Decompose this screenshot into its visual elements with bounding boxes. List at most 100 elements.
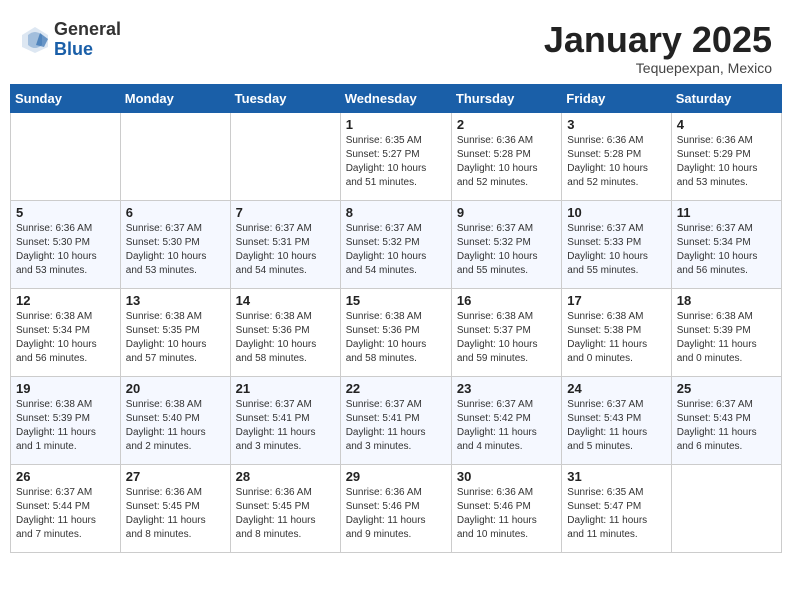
day-number: 26	[16, 469, 115, 484]
table-row: 11 Sunrise: 6:37 AMSunset: 5:34 PMDayligh…	[671, 200, 781, 288]
col-monday: Monday	[120, 84, 230, 112]
day-info: Sunrise: 6:37 AMSunset: 5:34 PMDaylight:…	[677, 222, 776, 278]
day-info: Sunrise: 6:37 AMSunset: 5:43 PMDaylight:…	[567, 398, 665, 454]
calendar-week-row: 26 Sunrise: 6:37 AMSunset: 5:44 PMDayligh…	[11, 464, 782, 552]
table-row: 22 Sunrise: 6:37 AMSunset: 5:41 PMDayligh…	[340, 376, 451, 464]
day-number: 27	[126, 469, 225, 484]
calendar-week-row: 19Sunrise: 6:38 AMSunset: 5:39 PMDayligh…	[11, 376, 782, 464]
day-number: 15	[346, 293, 446, 308]
day-info: Sunrise: 6:37 AMSunset: 5:33 PMDaylight:…	[567, 222, 665, 278]
day-info: Sunrise: 6:36 AMSunset: 5:28 PMDaylight:…	[457, 134, 556, 190]
table-row: 1 Sunrise: 6:35 AMSunset: 5:27 PMDaylight…	[340, 112, 451, 200]
table-row: 31 Sunrise: 6:35 AMSunset: 5:47 PMDayligh…	[562, 464, 671, 552]
col-sunday: Sunday	[11, 84, 121, 112]
day-info: Sunrise: 6:35 AMSunset: 5:27 PMDaylight:…	[346, 134, 446, 190]
day-number: 22	[346, 381, 446, 396]
table-row: 28 Sunrise: 6:36 AMSunset: 5:45 PMDayligh…	[230, 464, 340, 552]
day-number: 3	[567, 117, 665, 132]
table-row: 16Sunrise: 6:38 AMSunset: 5:37 PMDayligh…	[451, 288, 561, 376]
col-tuesday: Tuesday	[230, 84, 340, 112]
day-info: Sunrise: 6:37 AMSunset: 5:31 PMDaylight:…	[236, 222, 335, 278]
table-row: 24 Sunrise: 6:37 AMSunset: 5:43 PMDayligh…	[562, 376, 671, 464]
day-info: Sunrise: 6:36 AMSunset: 5:29 PMDaylight:…	[677, 134, 776, 190]
day-number: 6	[126, 205, 225, 220]
logo-general-text: General	[54, 20, 121, 40]
day-info: Sunrise: 6:38 AMSunset: 5:39 PMDaylight:…	[677, 310, 776, 366]
table-row: 2 Sunrise: 6:36 AMSunset: 5:28 PMDaylight…	[451, 112, 561, 200]
table-row: 9 Sunrise: 6:37 AMSunset: 5:32 PMDaylight…	[451, 200, 561, 288]
table-row: 21 Sunrise: 6:37 AMSunset: 5:41 PMDayligh…	[230, 376, 340, 464]
day-number: 5	[16, 205, 115, 220]
table-row: 3 Sunrise: 6:36 AMSunset: 5:28 PMDaylight…	[562, 112, 671, 200]
table-row: 19Sunrise: 6:38 AMSunset: 5:39 PMDayligh…	[11, 376, 121, 464]
day-info: Sunrise: 6:36 AMSunset: 5:45 PMDaylight:…	[236, 486, 335, 542]
table-row: 4 Sunrise: 6:36 AMSunset: 5:29 PMDaylight…	[671, 112, 781, 200]
day-info: Sunrise: 6:38 AMSunset: 5:36 PMDaylight:…	[236, 310, 335, 366]
table-row: 17 Sunrise: 6:38 AMSunset: 5:38 PMDayligh…	[562, 288, 671, 376]
title-block: January 2025 Tequepexpan, Mexico	[544, 20, 772, 76]
calendar-table: Sunday Monday Tuesday Wednesday Thursday…	[10, 84, 782, 553]
calendar-week-row: 5 Sunrise: 6:36 AMSunset: 5:30 PMDaylight…	[11, 200, 782, 288]
day-number: 9	[457, 205, 556, 220]
day-number: 4	[677, 117, 776, 132]
day-number: 25	[677, 381, 776, 396]
logo-icon	[20, 25, 50, 55]
table-row: 27 Sunrise: 6:36 AMSunset: 5:45 PMDayligh…	[120, 464, 230, 552]
day-number: 16	[457, 293, 556, 308]
day-number: 17	[567, 293, 665, 308]
day-number: 2	[457, 117, 556, 132]
calendar-header-row: Sunday Monday Tuesday Wednesday Thursday…	[11, 84, 782, 112]
day-number: 21	[236, 381, 335, 396]
day-info: Sunrise: 6:38 AMSunset: 5:34 PMDaylight:…	[16, 310, 115, 366]
header: General Blue January 2025 Tequepexpan, M…	[10, 10, 782, 84]
location-subtitle: Tequepexpan, Mexico	[544, 60, 772, 76]
day-number: 31	[567, 469, 665, 484]
table-row: 18 Sunrise: 6:38 AMSunset: 5:39 PMDayligh…	[671, 288, 781, 376]
day-info: Sunrise: 6:37 AMSunset: 5:30 PMDaylight:…	[126, 222, 225, 278]
day-number: 1	[346, 117, 446, 132]
day-number: 30	[457, 469, 556, 484]
day-number: 14	[236, 293, 335, 308]
logo: General Blue	[20, 20, 121, 60]
day-number: 28	[236, 469, 335, 484]
table-row: 26 Sunrise: 6:37 AMSunset: 5:44 PMDayligh…	[11, 464, 121, 552]
day-number: 7	[236, 205, 335, 220]
table-row: 15 Sunrise: 6:38 AMSunset: 5:36 PMDayligh…	[340, 288, 451, 376]
day-number: 13	[126, 293, 225, 308]
day-info: Sunrise: 6:37 AMSunset: 5:42 PMDaylight:…	[457, 398, 556, 454]
col-saturday: Saturday	[671, 84, 781, 112]
table-row	[230, 112, 340, 200]
table-row	[120, 112, 230, 200]
table-row: 25 Sunrise: 6:37 AMSunset: 5:43 PMDayligh…	[671, 376, 781, 464]
col-wednesday: Wednesday	[340, 84, 451, 112]
table-row: 7 Sunrise: 6:37 AMSunset: 5:31 PMDaylight…	[230, 200, 340, 288]
day-number: 18	[677, 293, 776, 308]
day-info: Sunrise: 6:37 AMSunset: 5:43 PMDaylight:…	[677, 398, 776, 454]
col-thursday: Thursday	[451, 84, 561, 112]
day-info: Sunrise: 6:37 AMSunset: 5:32 PMDaylight:…	[457, 222, 556, 278]
day-number: 12	[16, 293, 115, 308]
day-number: 20	[126, 381, 225, 396]
day-info: Sunrise: 6:38 AMSunset: 5:36 PMDaylight:…	[346, 310, 446, 366]
day-info: Sunrise: 6:38 AMSunset: 5:35 PMDaylight:…	[126, 310, 225, 366]
day-info: Sunrise: 6:37 AMSunset: 5:41 PMDaylight:…	[346, 398, 446, 454]
table-row: 12 Sunrise: 6:38 AMSunset: 5:34 PMDayligh…	[11, 288, 121, 376]
day-number: 24	[567, 381, 665, 396]
table-row: 29Sunrise: 6:36 AMSunset: 5:46 PMDayligh…	[340, 464, 451, 552]
day-info: Sunrise: 6:36 AMSunset: 5:30 PMDaylight:…	[16, 222, 115, 278]
day-info: Sunrise: 6:35 AMSunset: 5:47 PMDaylight:…	[567, 486, 665, 542]
day-info: Sunrise: 6:37 AMSunset: 5:41 PMDaylight:…	[236, 398, 335, 454]
day-number: 11	[677, 205, 776, 220]
day-info: Sunrise: 6:36 AMSunset: 5:28 PMDaylight:…	[567, 134, 665, 190]
logo-blue-text: Blue	[54, 40, 121, 60]
day-info: Sunrise: 6:36 AMSunset: 5:45 PMDaylight:…	[126, 486, 225, 542]
day-number: 23	[457, 381, 556, 396]
table-row: 5 Sunrise: 6:36 AMSunset: 5:30 PMDaylight…	[11, 200, 121, 288]
day-info: Sunrise: 6:38 AMSunset: 5:38 PMDaylight:…	[567, 310, 665, 366]
day-info: Sunrise: 6:37 AMSunset: 5:32 PMDaylight:…	[346, 222, 446, 278]
day-info: Sunrise: 6:37 AMSunset: 5:44 PMDaylight:…	[16, 486, 115, 542]
table-row: 6 Sunrise: 6:37 AMSunset: 5:30 PMDaylight…	[120, 200, 230, 288]
table-row: 20Sunrise: 6:38 AMSunset: 5:40 PMDayligh…	[120, 376, 230, 464]
calendar-week-row: 12 Sunrise: 6:38 AMSunset: 5:34 PMDayligh…	[11, 288, 782, 376]
logo-text: General Blue	[54, 20, 121, 60]
